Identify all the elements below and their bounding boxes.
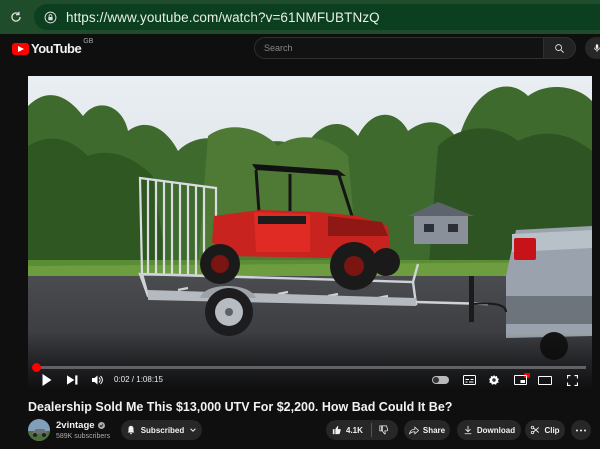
download-icon bbox=[464, 425, 472, 435]
time-display: 0:02 / 1:08:15 bbox=[114, 375, 163, 384]
theater-button[interactable] bbox=[537, 372, 553, 388]
youtube-play-logo-icon bbox=[12, 42, 29, 55]
like-count: 4.1K bbox=[346, 425, 363, 435]
subscribed-label: Subscribed bbox=[140, 425, 185, 435]
share-icon bbox=[408, 425, 419, 435]
verified-check-icon bbox=[97, 422, 105, 429]
duration: 1:08:15 bbox=[136, 375, 163, 384]
share-label: Share bbox=[422, 425, 446, 435]
fullscreen-icon bbox=[566, 374, 578, 386]
download-button[interactable]: Download bbox=[457, 420, 521, 440]
clip-button[interactable]: Clip bbox=[525, 420, 565, 440]
address-bar[interactable]: https://www.youtube.com/watch?v=61NMFUBT… bbox=[34, 4, 600, 30]
voice-search-button[interactable] bbox=[585, 37, 600, 59]
logo-text: YouTube bbox=[31, 41, 82, 56]
search-button[interactable] bbox=[543, 37, 576, 59]
dislike-button[interactable] bbox=[372, 420, 396, 440]
youtube-logo[interactable]: YouTube GB bbox=[12, 38, 94, 56]
search-icon bbox=[555, 43, 564, 53]
region-code: GB bbox=[83, 38, 94, 45]
subscribed-button[interactable]: Subscribed bbox=[121, 420, 202, 440]
lock-icon[interactable] bbox=[42, 9, 58, 25]
video-title: Dealership Sold Me This $13,000 UTV For … bbox=[28, 400, 453, 414]
fullscreen-button[interactable] bbox=[564, 372, 580, 388]
subtitles-icon bbox=[462, 375, 476, 385]
like-dislike-group: 4.1K bbox=[326, 420, 398, 440]
clip-label: Clip bbox=[544, 425, 560, 435]
thumbs-down-icon bbox=[379, 425, 389, 435]
youtube-masthead: YouTube GB bbox=[0, 34, 600, 66]
download-label: Download bbox=[476, 425, 516, 435]
current-time: 0:02 bbox=[114, 375, 130, 384]
mic-icon bbox=[594, 44, 600, 52]
channel-name-text[interactable]: 2vintage bbox=[56, 420, 95, 431]
settings-icon bbox=[489, 375, 499, 385]
share-button[interactable]: Share bbox=[404, 420, 450, 440]
like-button[interactable]: 4.1K bbox=[326, 420, 371, 440]
thumbs-up-icon bbox=[332, 426, 341, 435]
browser-toolbar: https://www.youtube.com/watch?v=61NMFUBT… bbox=[0, 0, 600, 34]
reload-icon[interactable] bbox=[2, 0, 30, 34]
theater-icon bbox=[538, 375, 552, 385]
url-text[interactable]: https://www.youtube.com/watch?v=61NMFUBT… bbox=[66, 10, 380, 25]
mute-button[interactable] bbox=[90, 372, 104, 388]
progress-bar[interactable] bbox=[32, 363, 586, 372]
search-box[interactable] bbox=[254, 37, 544, 59]
subtitles-button[interactable] bbox=[461, 372, 477, 388]
next-button[interactable] bbox=[65, 372, 79, 388]
more-actions-button[interactable] bbox=[571, 420, 591, 440]
controls-gradient bbox=[28, 332, 592, 392]
bell-icon bbox=[127, 425, 135, 435]
miniplayer-icon bbox=[513, 375, 527, 385]
scissors-icon bbox=[531, 425, 540, 435]
volume-icon bbox=[92, 375, 103, 385]
channel-avatar[interactable] bbox=[28, 419, 50, 441]
play-icon bbox=[42, 374, 51, 386]
channel-action-row: 2vintage 589K subscribers Subscribed 4.1… bbox=[28, 419, 592, 443]
next-icon bbox=[66, 375, 77, 385]
chevron-down-icon bbox=[190, 428, 197, 432]
play-button[interactable] bbox=[39, 372, 53, 388]
search-input[interactable] bbox=[264, 43, 543, 53]
miniplayer-button[interactable] bbox=[512, 372, 528, 388]
subscriber-count: 589K subscribers bbox=[56, 433, 111, 440]
settings-button[interactable] bbox=[486, 372, 502, 388]
autoplay-toggle[interactable] bbox=[432, 376, 449, 384]
channel-name[interactable]: 2vintage bbox=[56, 420, 105, 431]
more-icon bbox=[576, 429, 586, 431]
video-player[interactable]: 0:02 / 1:08:15 bbox=[28, 76, 592, 392]
